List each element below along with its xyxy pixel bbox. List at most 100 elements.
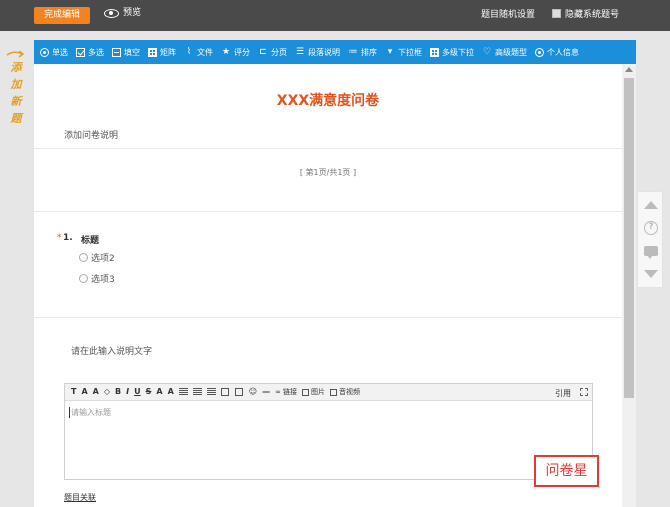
question-title[interactable]: 标题 [81, 233, 99, 246]
italic-button[interactable]: I [126, 387, 129, 397]
scroll-thumb[interactable] [624, 78, 634, 398]
image-button[interactable]: 图片 [301, 387, 325, 397]
strikethrough-button[interactable]: S [146, 387, 152, 397]
checkbox-icon [76, 47, 85, 57]
image-icon [301, 388, 309, 396]
dropdown-icon: ▾ [387, 46, 393, 57]
toolbar-label: 单选 [52, 47, 68, 57]
toolbar-label: 矩阵 [160, 47, 176, 57]
toolbar-item-fill-blank[interactable]: 填空 [112, 47, 140, 58]
hide-number-toggle[interactable]: 隐藏系统题号 [552, 7, 619, 20]
description-placeholder[interactable]: 请在此输入说明文字 [71, 344, 152, 357]
question-relation-link[interactable]: 题目关联 [64, 492, 96, 503]
align-left-icon[interactable] [178, 388, 188, 396]
toolbar-item-matrix[interactable]: 矩阵 [148, 47, 176, 58]
rating-icon: ★ [221, 46, 231, 57]
toolbar-item-dropdown[interactable]: ▾ 下拉框 [385, 47, 422, 58]
toolbar-item-single[interactable]: 单选 [40, 47, 68, 58]
toolbar-item-page-break[interactable]: ⊏ 分页 [258, 47, 287, 58]
font-family-button[interactable]: A [81, 387, 87, 397]
survey-description[interactable]: 添加问卷说明 [64, 128, 118, 141]
toolbar-item-file[interactable]: ⌇ 文件 [184, 47, 213, 58]
arrow-down-icon [644, 270, 658, 278]
arrow-right-icon [6, 50, 25, 58]
scroll-bottom-button[interactable] [642, 265, 660, 283]
rich-text-editor[interactable]: T A A ◇ B I U S A A ☺ — ∞ 链接 图片 音视频 引用 请… [64, 383, 593, 480]
preview-label: 预览 [123, 8, 142, 18]
user-icon [535, 47, 544, 57]
option-item[interactable]: 选项3 [79, 272, 115, 285]
toolbar-label: 填空 [124, 47, 140, 57]
scroll-top-button[interactable] [642, 196, 660, 214]
align-center-icon[interactable] [192, 388, 202, 396]
emoji-icon[interactable]: ☺ [249, 387, 257, 397]
toolbar-label: 个人信息 [547, 47, 579, 57]
fill-blank-icon [112, 47, 121, 57]
random-setting-link[interactable]: 题目随机设置 [481, 7, 535, 20]
help-icon: ? [644, 221, 658, 235]
toolbar-label: 文件 [197, 47, 213, 57]
add-question-annotation: 添加新题 [4, 45, 26, 135]
toolbar-item-advanced[interactable]: ♡ 高级题型 [482, 47, 527, 58]
scroll-up-icon[interactable] [625, 67, 633, 72]
toolbar-label: 多级下拉 [442, 47, 474, 57]
hide-number-checkbox[interactable] [552, 9, 561, 18]
toolbar-item-personal-info[interactable]: 个人信息 [535, 47, 579, 58]
toolbar-label: 多选 [88, 47, 104, 57]
editor-toolbar: T A A ◇ B I U S A A ☺ — ∞ 链接 图片 音视频 [65, 384, 592, 401]
option-label: 选项3 [91, 275, 115, 285]
required-mark: * [57, 233, 62, 243]
option-item[interactable]: 选项2 [79, 251, 115, 264]
add-question-text: 添加新题 [10, 61, 22, 125]
font-size-button[interactable]: T [71, 387, 76, 397]
preview-button[interactable]: 预览 [104, 6, 141, 20]
underline-button[interactable]: U [134, 387, 141, 397]
radio-icon [40, 47, 49, 57]
link-icon: ∞ [275, 388, 281, 396]
help-button[interactable]: ? [642, 219, 660, 237]
link-label: 链接 [282, 388, 297, 396]
link-button[interactable]: ∞ 链接 [275, 387, 297, 397]
sort-icon: ≔ [348, 46, 358, 57]
vertical-scrollbar[interactable] [622, 64, 636, 507]
font-color-button[interactable]: A [93, 387, 99, 397]
toolbar-item-paragraph[interactable]: ☰ 段落说明 [295, 47, 340, 58]
paperclip-icon: ⌇ [186, 46, 192, 57]
highlight-icon[interactable]: ◇ [104, 387, 110, 397]
page-indicator: [ 第1页/共1页 ] [299, 168, 357, 177]
radio-circle-icon[interactable] [79, 253, 88, 262]
feedback-button[interactable] [642, 242, 660, 260]
multilevel-dropdown-icon [430, 47, 439, 57]
paragraph-icon: ☰ [295, 46, 305, 57]
insert-icon[interactable] [234, 388, 243, 396]
cite-button[interactable]: 引用 [555, 388, 571, 399]
subscript-button[interactable]: A [168, 387, 174, 397]
audio-video-button[interactable]: 音视频 [329, 387, 360, 397]
fullscreen-icon[interactable] [580, 388, 588, 396]
divider [34, 211, 622, 212]
matrix-icon [148, 47, 157, 57]
eye-icon [104, 8, 119, 18]
toolbar-item-multiple[interactable]: 多选 [76, 47, 104, 58]
finish-edit-button[interactable]: 完成编辑 [34, 7, 90, 24]
divider [34, 317, 622, 318]
page-break-icon: ⊏ [259, 46, 267, 57]
toolbar-item-sort[interactable]: ≔ 排序 [348, 46, 378, 58]
image-label: 图片 [310, 388, 325, 396]
option-label: 选项2 [91, 254, 115, 264]
toolbar-item-rating[interactable]: ★ 评分 [221, 47, 250, 58]
align-right-icon[interactable] [206, 388, 216, 396]
hide-number-label: 隐藏系统题号 [565, 10, 620, 20]
audio-video-label: 音视频 [338, 388, 360, 396]
toolbar-label: 分页 [271, 47, 287, 57]
radio-circle-icon[interactable] [79, 274, 88, 283]
advanced-icon: ♡ [482, 46, 492, 57]
editor-input[interactable]: 请输入标题 [69, 407, 111, 418]
bold-button[interactable]: B [115, 387, 121, 397]
horizontal-line-icon[interactable]: — [262, 387, 270, 397]
survey-title[interactable]: XXX满意度问卷 [34, 90, 622, 110]
table-icon[interactable] [220, 388, 229, 396]
superscript-button[interactable]: A [156, 387, 162, 397]
toolbar-item-multilevel-dropdown[interactable]: 多级下拉 [430, 47, 474, 58]
toolbar-label: 段落说明 [308, 47, 340, 57]
